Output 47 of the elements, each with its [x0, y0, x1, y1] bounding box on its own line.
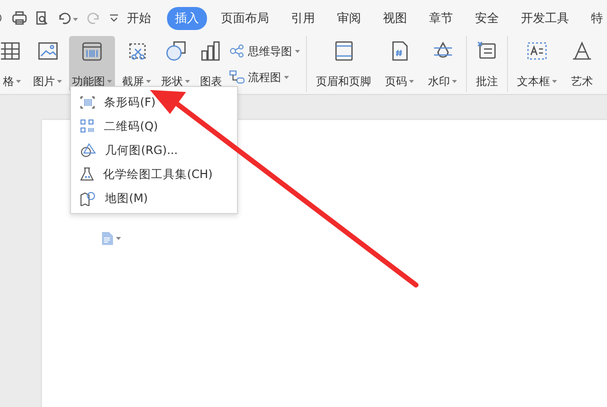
shapes-icon	[164, 40, 186, 62]
word-art-icon	[571, 40, 593, 62]
menu-item[interactable]: 几何图(RG)...	[71, 138, 237, 162]
ribbon-button[interactable]: 艺术	[568, 36, 596, 92]
geometry-icon	[80, 143, 96, 157]
menu-item[interactable]: 地图(M)	[71, 186, 237, 210]
header-footer-icon	[332, 40, 354, 62]
ribbon-button[interactable]: 功能图	[69, 36, 115, 92]
mind-map-icon	[229, 44, 245, 58]
print-preview-icon[interactable]	[35, 11, 49, 25]
text-box-icon	[526, 40, 548, 62]
menu-item[interactable]: 条形码(F)	[71, 90, 237, 114]
menu-tab[interactable]: 开发工具	[513, 6, 577, 30]
ribbon-button[interactable]: 文本框	[514, 36, 560, 92]
ribbon-button[interactable]: 流程图	[229, 70, 300, 84]
flask-icon	[80, 167, 94, 181]
menu-item[interactable]: 化学绘图工具集(CH)	[71, 162, 237, 186]
ribbon-button[interactable]: 页码	[382, 36, 417, 92]
menu-tab[interactable]: 开始	[119, 6, 159, 30]
barcode-icon	[80, 96, 95, 108]
caret-icon	[116, 237, 121, 240]
menu-item[interactable]: 二维码(Q)	[71, 114, 237, 138]
ribbon-button[interactable]: 批注	[473, 36, 501, 92]
ribbon-button[interactable]: 思维导图	[229, 44, 300, 58]
customize-icon[interactable]	[109, 13, 119, 23]
picture-icon	[36, 40, 58, 62]
ribbon-button[interactable]: 形状	[158, 36, 193, 92]
flowchart-icon	[229, 70, 245, 84]
barcode-icon	[81, 40, 103, 62]
qr-code-icon	[80, 119, 95, 133]
ribbon-button[interactable]: 水印	[425, 36, 460, 92]
menu-tab[interactable]: 视图	[375, 6, 415, 30]
ribbon-button[interactable]: 格	[0, 36, 26, 92]
undo-icon[interactable]	[57, 11, 79, 25]
ribbon-button[interactable]: 页眉和页脚	[313, 36, 374, 92]
menu-tab[interactable]: 审阅	[329, 6, 369, 30]
print-icon[interactable]	[12, 11, 27, 25]
map-icon	[80, 190, 96, 206]
ribbon-button[interactable]: 图表	[197, 36, 225, 92]
ribbon-button[interactable]: 图片	[30, 36, 65, 92]
menu-tab[interactable]: 特	[583, 6, 607, 30]
chart-icon	[200, 40, 222, 62]
ribbon-button[interactable]: 截屏	[119, 36, 154, 92]
menu-tab[interactable]: 页面布局	[213, 6, 277, 30]
menu-tab[interactable]: 引用	[283, 6, 323, 30]
menu-tab[interactable]: 章节	[421, 6, 461, 30]
menu-tab[interactable]: 安全	[467, 6, 507, 30]
